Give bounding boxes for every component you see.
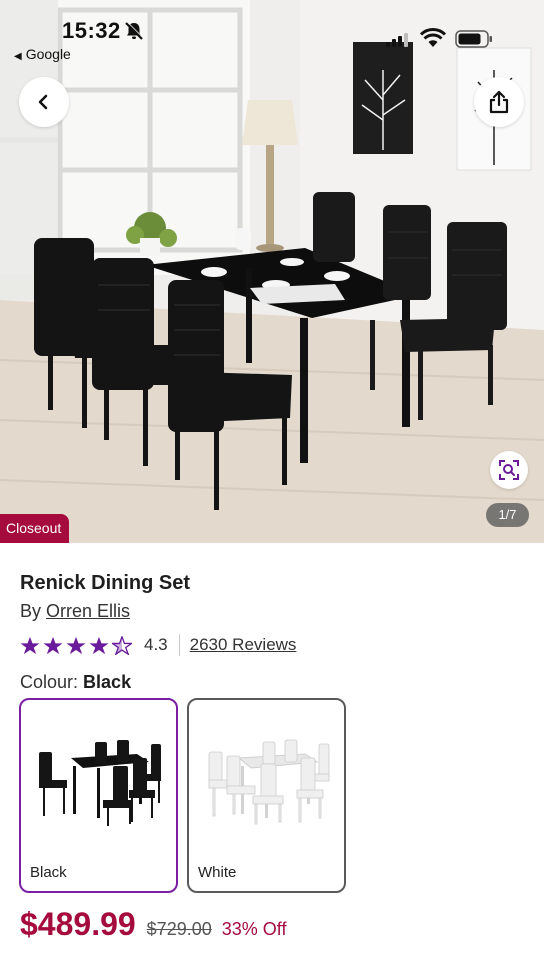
bell-off-icon — [125, 21, 144, 40]
share-icon — [489, 90, 509, 114]
rating-value: 4.3 — [144, 635, 168, 654]
sale-price: $489.99 — [20, 906, 136, 942]
colour-option-black[interactable]: Black — [19, 698, 178, 893]
dining-set-photo — [0, 0, 544, 543]
product-title: Renick Dining Set — [20, 572, 191, 594]
star-icon — [20, 636, 40, 654]
reviews-link[interactable]: 2630 Reviews — [190, 635, 297, 655]
half-star-icon — [112, 635, 132, 655]
star-rating — [20, 635, 132, 655]
price-row: $489.99 $729.00 33% Off — [20, 906, 286, 943]
original-price: $729.00 — [146, 919, 212, 939]
selected-colour: Black — [83, 672, 132, 692]
brand-line: By Orren Ellis — [20, 601, 130, 622]
back-arrow-icon — [38, 94, 48, 110]
colour-label-text: Colour: — [20, 672, 79, 692]
brand-prefix: By — [20, 601, 42, 621]
status-time: 15:32 — [62, 18, 121, 43]
back-button[interactable] — [19, 77, 69, 127]
product-image[interactable]: 15:32 ◀ Google Closeout 1/7 — [0, 0, 544, 543]
back-app-label: Google — [25, 46, 71, 62]
closeout-badge: Closeout — [0, 514, 70, 543]
colour-option-label: White — [198, 864, 237, 881]
back-to-app-link[interactable]: ◀ Google — [14, 46, 71, 62]
zoom-button[interactable] — [490, 451, 528, 489]
black-set-thumbnail — [39, 740, 161, 826]
rating-row: 4.3 2630 Reviews — [20, 633, 296, 657]
colour-option-white[interactable]: White — [187, 698, 346, 893]
signal-icon — [386, 33, 408, 47]
white-set-thumbnail — [208, 739, 330, 825]
star-icon — [43, 636, 63, 654]
wifi-icon — [420, 28, 446, 47]
battery-icon — [455, 30, 492, 48]
status-bar: 15:32 ◀ Google — [0, 0, 544, 70]
brand-link[interactable]: Orren Ellis — [46, 601, 130, 621]
colour-option-label: Black — [30, 864, 67, 881]
zoom-icon — [499, 460, 519, 480]
star-icon — [66, 636, 86, 654]
discount-label: 33% Off — [221, 919, 287, 939]
share-button[interactable] — [474, 77, 524, 127]
colour-label: Colour: Black — [20, 672, 131, 693]
star-icon — [89, 636, 109, 654]
back-triangle-icon: ◀ — [14, 51, 22, 62]
image-counter: 1/7 — [486, 503, 529, 527]
rating-divider — [178, 634, 180, 656]
